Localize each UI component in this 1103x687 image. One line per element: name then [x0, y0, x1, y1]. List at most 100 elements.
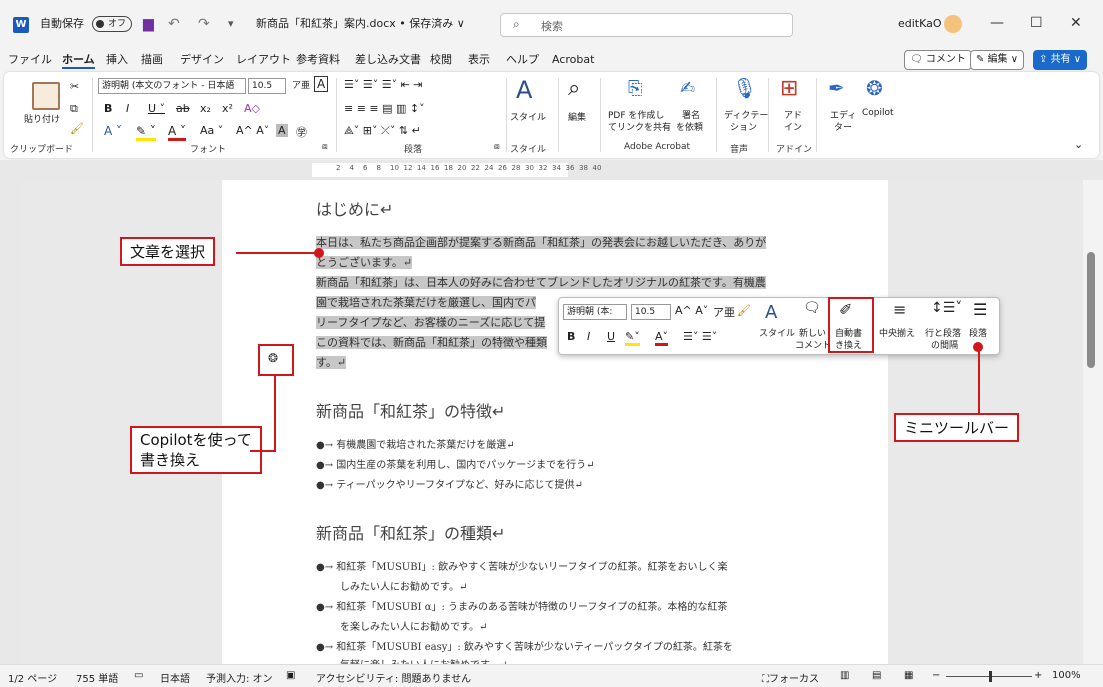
list-item-cont[interactable]: 気軽に楽しみたい人にお勧めです。↵	[340, 656, 507, 664]
align-icons[interactable]: ≡ ≡ ≡ ▤ ▥ ↕˅	[344, 102, 425, 115]
paragraph-dialog-launcher-icon[interactable]: ⧈	[494, 142, 500, 152]
font-color-icon[interactable]: A ˅	[168, 124, 187, 141]
subscript-icon[interactable]: x₂	[200, 102, 211, 115]
tab-draw[interactable]: 描画	[141, 51, 163, 69]
focus-mode[interactable]: ⛶フォーカス	[762, 670, 819, 685]
word-count[interactable]: 755 単語	[76, 670, 118, 685]
mini-styles-icon[interactable]: A	[765, 302, 777, 323]
mini-bullets-icon[interactable]: ☰˅ ☰˅	[683, 330, 717, 343]
undo-icon[interactable]: ↶	[168, 14, 180, 34]
microphone-icon[interactable]: 🎙	[732, 76, 757, 100]
mini-highlight-icon[interactable]: ✎˅	[625, 330, 640, 346]
change-case-icon[interactable]: Aa ˅	[200, 124, 223, 137]
list-item-cont[interactable]: を楽しみたい人にお勧めです。↵	[340, 618, 487, 633]
tab-review[interactable]: 校閲	[430, 51, 452, 69]
tab-acrobat[interactable]: Acrobat	[552, 51, 594, 69]
highlight-icon[interactable]: ✎ ˅	[136, 124, 156, 141]
zoom-out-icon[interactable]: −	[932, 670, 940, 681]
paragraph-line[interactable]: 園で栽培された茶葉だけを厳選し、国内でパ	[316, 294, 536, 310]
dictate-label-2[interactable]: ション	[730, 120, 757, 133]
mini-paragraph-icon[interactable]: ☰	[973, 300, 987, 319]
addin-label-2[interactable]: イン	[784, 120, 802, 133]
editor-icon[interactable]: ✒	[828, 76, 845, 100]
list-item[interactable]: ●→ 国内生産の茶葉を利用し、国内でパッケージまでを行う↵	[316, 456, 594, 471]
autosave-toggle[interactable]: オフ	[92, 16, 132, 32]
bullets-icon[interactable]: ☰˅ ☰˅ ☰˅ ⇤ ⇥	[344, 78, 423, 91]
zoom-slider-thumb[interactable]	[989, 671, 992, 682]
tab-file[interactable]: ファイル	[8, 51, 52, 69]
paragraph-line[interactable]: とうございます。↵	[316, 254, 413, 270]
paragraph-line[interactable]: この資料では、新商品「和紅茶」の特徴や種類	[316, 334, 547, 350]
paste-icon[interactable]	[32, 82, 60, 110]
cut-icon[interactable]: ✂	[70, 80, 79, 93]
addins-icon[interactable]: ⊞	[780, 76, 798, 101]
copilot-icon[interactable]: ❂	[866, 76, 883, 100]
mini-bold-icon[interactable]: B	[567, 330, 575, 343]
close-icon[interactable]: ✕	[1070, 15, 1082, 31]
proofing-icon[interactable]: ▭	[134, 670, 143, 681]
sign-label-2[interactable]: を依頼	[676, 120, 703, 133]
tab-insert[interactable]: 挿入	[106, 51, 128, 69]
scrollbar-thumb[interactable]	[1087, 252, 1095, 368]
editor-label-2[interactable]: ター	[834, 120, 852, 133]
document-title[interactable]: 新商品「和紅茶」案内.docx • 保存済み ∨	[256, 14, 465, 34]
mini-styles-label[interactable]: スタイル	[759, 326, 795, 339]
bold-icon[interactable]: B	[104, 102, 112, 115]
shading-borders-icons[interactable]: ⟁˅ ⊞˅ ⤫˅ ⇅ ↵	[344, 124, 421, 138]
ruby-icon[interactable]: ア亜	[292, 78, 310, 91]
comment-button[interactable]: 🗨 コメント	[904, 50, 972, 70]
avatar[interactable]	[944, 15, 962, 33]
mini-ruby-icon[interactable]: ア亜	[713, 304, 735, 320]
paragraph-line[interactable]: リーフタイプなど、お客様のニーズに応じて提	[316, 314, 546, 330]
styles-button-label[interactable]: スタイル	[510, 110, 546, 123]
tab-home[interactable]: ホーム	[62, 51, 95, 69]
redo-icon[interactable]: ↷	[198, 14, 210, 34]
zoom-in-icon[interactable]: +	[1034, 670, 1042, 681]
maximize-icon[interactable]: ☐	[1030, 15, 1043, 31]
strikethrough-icon[interactable]: ab	[176, 102, 190, 115]
char-border-icon[interactable]: A	[314, 76, 329, 92]
list-item[interactable]: ●→ 和紅茶「MUSUBI easy」: 飲みやすく苦味が少ないティーパックタイ…	[316, 638, 733, 653]
paragraph-line[interactable]: 本日は、私たち商品企画部が提案する新商品「和紅茶」の発表会にお越しいただき、あり…	[316, 234, 767, 250]
mini-new-comment-label-2[interactable]: コメント	[795, 338, 831, 351]
mini-grow-font-icon[interactable]: A^ A˅	[675, 304, 708, 317]
tab-help[interactable]: ヘルプ	[506, 51, 539, 69]
styles-icon[interactable]: A	[516, 76, 532, 104]
mini-center-label[interactable]: 中央揃え	[879, 326, 915, 339]
heading-features[interactable]: 新商品「和紅茶」の特徴↵	[316, 398, 505, 422]
edit-mode-button[interactable]: ✎ 編集 ∨	[970, 50, 1025, 70]
web-layout-icon[interactable]: ▦	[904, 670, 913, 681]
list-item[interactable]: ●→ 和紅茶「MUSUBI α」: うまみのある苦味が特徴のリーフタイプの紅茶。…	[316, 598, 727, 613]
italic-icon[interactable]: I	[126, 102, 129, 115]
mini-line-spacing-icon[interactable]: ↕☰˅	[931, 300, 962, 316]
list-item[interactable]: ●→ 有機農園で栽培された茶葉だけを厳選↵	[316, 436, 515, 451]
mini-underline-icon[interactable]: U	[607, 330, 615, 343]
ribbon-collapse-icon[interactable]: ⌄	[1074, 138, 1083, 151]
paragraph-line[interactable]: す。↵	[316, 354, 347, 370]
pdf-create-icon[interactable]: ⎘	[628, 78, 642, 99]
print-layout-icon[interactable]: ▤	[872, 670, 881, 681]
mini-size-select[interactable]: 10.5	[631, 304, 671, 320]
tab-references[interactable]: 参考資料	[296, 51, 340, 69]
find-icon[interactable]: ⌕	[568, 76, 580, 101]
enclose-char-icon[interactable]: ㊫	[296, 124, 307, 140]
mini-italic-icon[interactable]: I	[587, 330, 590, 343]
heading-introduction[interactable]: はじめに↵	[316, 196, 393, 220]
read-mode-icon[interactable]: ▥	[840, 670, 849, 681]
mini-new-comment-icon[interactable]: 🗨	[803, 300, 821, 316]
macro-icon[interactable]: ▣	[286, 670, 295, 681]
mini-format-painter-icon[interactable]: 🖌	[737, 304, 751, 317]
editing-button-label[interactable]: 編集	[568, 110, 586, 123]
search-box[interactable]: ⌕ 検索	[500, 13, 793, 37]
page-count[interactable]: 1/2 ページ	[8, 670, 57, 685]
mini-line-spacing-label-2[interactable]: の間隔	[931, 338, 958, 351]
mini-paragraph-label[interactable]: 段落	[969, 326, 987, 339]
user-name[interactable]: editKaO	[898, 14, 942, 34]
tab-layout[interactable]: レイアウト	[236, 51, 291, 69]
zoom-level[interactable]: 100%	[1052, 670, 1081, 681]
font-dialog-launcher-icon[interactable]: ⧈	[322, 142, 328, 152]
underline-icon[interactable]: U ˅	[148, 102, 165, 115]
clear-format-icon[interactable]: A◇	[244, 102, 260, 115]
share-button[interactable]: ⇪ 共有 ∨	[1033, 50, 1088, 70]
customize-qat-icon[interactable]: ▾	[228, 14, 234, 34]
